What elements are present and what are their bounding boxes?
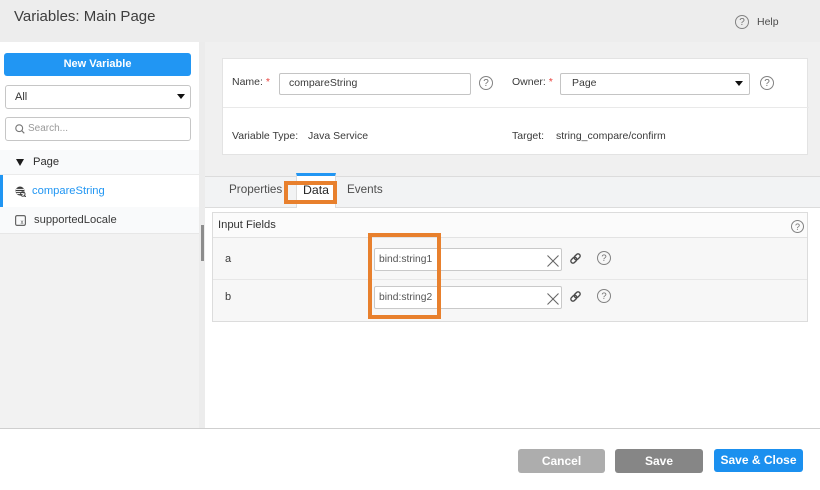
- svg-text:x: x: [21, 220, 24, 226]
